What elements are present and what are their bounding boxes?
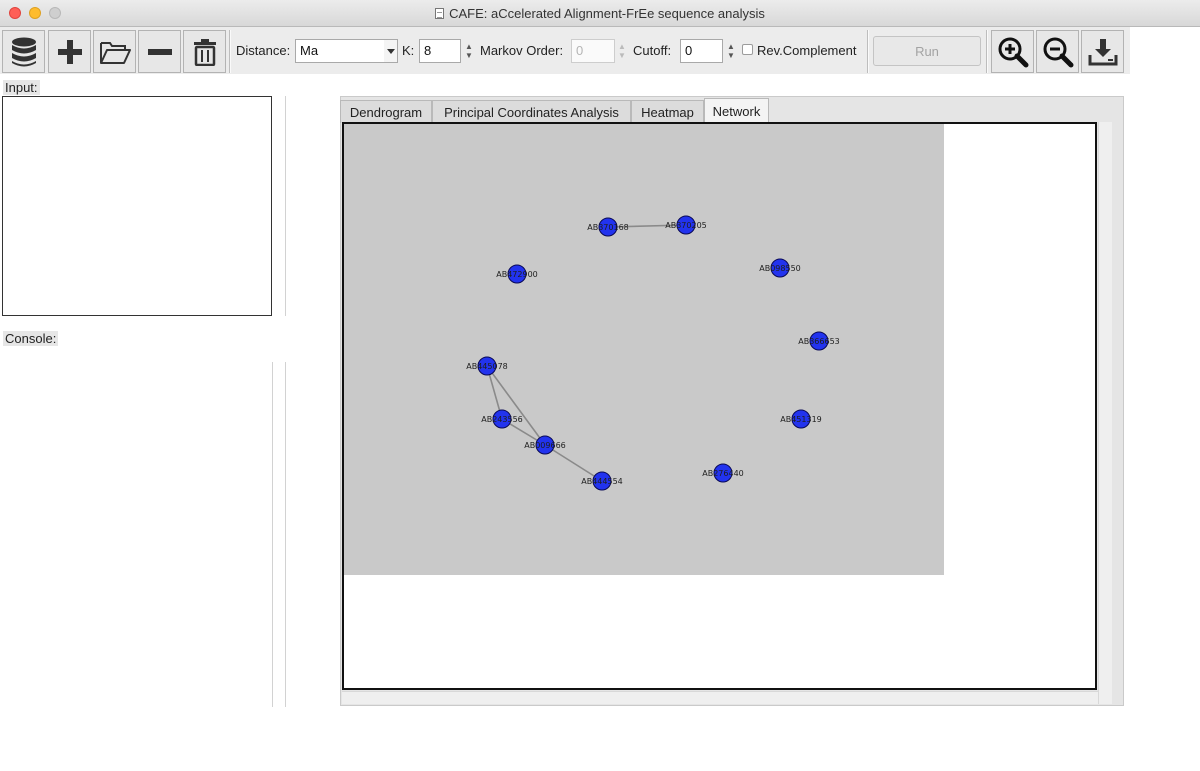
input-list[interactable] [2, 96, 272, 316]
splitter-line [285, 96, 286, 316]
network-canvas[interactable]: AB370168 AB370205 AB472900 AB098550 AB366653… [342, 122, 1097, 690]
vertical-scrollbar[interactable] [1098, 122, 1112, 704]
network-node-label: AB009666 [524, 441, 566, 450]
tab-heatmap[interactable]: Heatmap [631, 100, 704, 123]
console-label: Console: [3, 331, 59, 346]
trash-icon [193, 38, 216, 66]
network-node-label: AB444554 [581, 477, 623, 486]
console-border [272, 362, 273, 707]
input-label: Input: [3, 80, 40, 95]
splitter-line [285, 362, 286, 707]
k-spinner-arrows[interactable]: ▲ ▼ [463, 39, 475, 63]
chevron-down-icon[interactable] [384, 39, 398, 63]
database-button[interactable] [2, 30, 45, 73]
network-node-label: AB098550 [759, 264, 801, 273]
rev-complement-checkbox[interactable] [742, 44, 753, 55]
horizontal-scrollbar[interactable] [342, 691, 1098, 704]
toolbar-separator [986, 30, 988, 73]
window-title: CAFE: aCcelerated Alignment-FrEe sequenc… [449, 6, 765, 21]
tab-dendrogram[interactable]: Dendrogram [340, 100, 432, 123]
network-node-label: AB276440 [702, 469, 744, 478]
window-title-wrap: CAFE: aCcelerated Alignment-FrEe sequenc… [0, 6, 1200, 21]
window-title-bar: CAFE: aCcelerated Alignment-FrEe sequenc… [0, 0, 1200, 27]
network-graph[interactable]: AB370168 AB370205 AB472900 AB098550 AB366653… [344, 124, 1095, 688]
markov-spinner-arrows[interactable]: ▲ ▼ [616, 39, 628, 63]
network-background [344, 124, 944, 575]
distance-label: Distance: [236, 43, 291, 58]
network-node-label: AB370168 [587, 223, 629, 232]
toolbar-separator [229, 30, 231, 73]
plus-icon [57, 39, 82, 64]
markov-order-input[interactable]: 0 [571, 39, 615, 63]
rev-complement-label: Rev.Complement [757, 43, 857, 58]
download-icon [1088, 38, 1117, 65]
toolbar-separator [867, 30, 869, 73]
zoom-in-button[interactable] [991, 30, 1034, 73]
k-label: K: [402, 43, 415, 58]
cutoff-label: Cutoff: [633, 43, 672, 58]
network-node-label: AB445078 [466, 362, 508, 371]
cutoff-spinner-arrows[interactable]: ▲ ▼ [725, 39, 737, 63]
tab-pcoa[interactable]: Principal Coordinates Analysis [432, 100, 631, 123]
tab-network[interactable]: Network [704, 98, 769, 123]
network-node-label: AB243556 [481, 415, 523, 424]
run-button[interactable]: Run [873, 36, 981, 66]
markov-order-label: Markov Order: [480, 43, 564, 58]
cutoff-input[interactable]: 0 [680, 39, 723, 63]
network-node-label: AB472900 [496, 270, 538, 279]
document-icon [435, 8, 445, 19]
network-node-label: AB366653 [798, 337, 840, 346]
network-node-label: AB370205 [665, 221, 707, 230]
download-button[interactable] [1081, 30, 1124, 73]
open-folder-button[interactable] [93, 30, 136, 73]
zoom-out-icon [1043, 37, 1073, 67]
remove-button[interactable] [138, 30, 181, 73]
distance-combo[interactable]: Ma [295, 39, 385, 63]
network-node-label: AB451319 [780, 415, 822, 424]
add-button[interactable] [48, 30, 91, 73]
database-icon [11, 37, 36, 66]
zoom-out-button[interactable] [1036, 30, 1079, 73]
delete-button[interactable] [183, 30, 226, 73]
k-spinner-input[interactable]: 8 [419, 39, 461, 63]
folder-open-icon [99, 41, 131, 64]
minus-icon [147, 48, 172, 55]
zoom-in-icon [998, 37, 1028, 67]
